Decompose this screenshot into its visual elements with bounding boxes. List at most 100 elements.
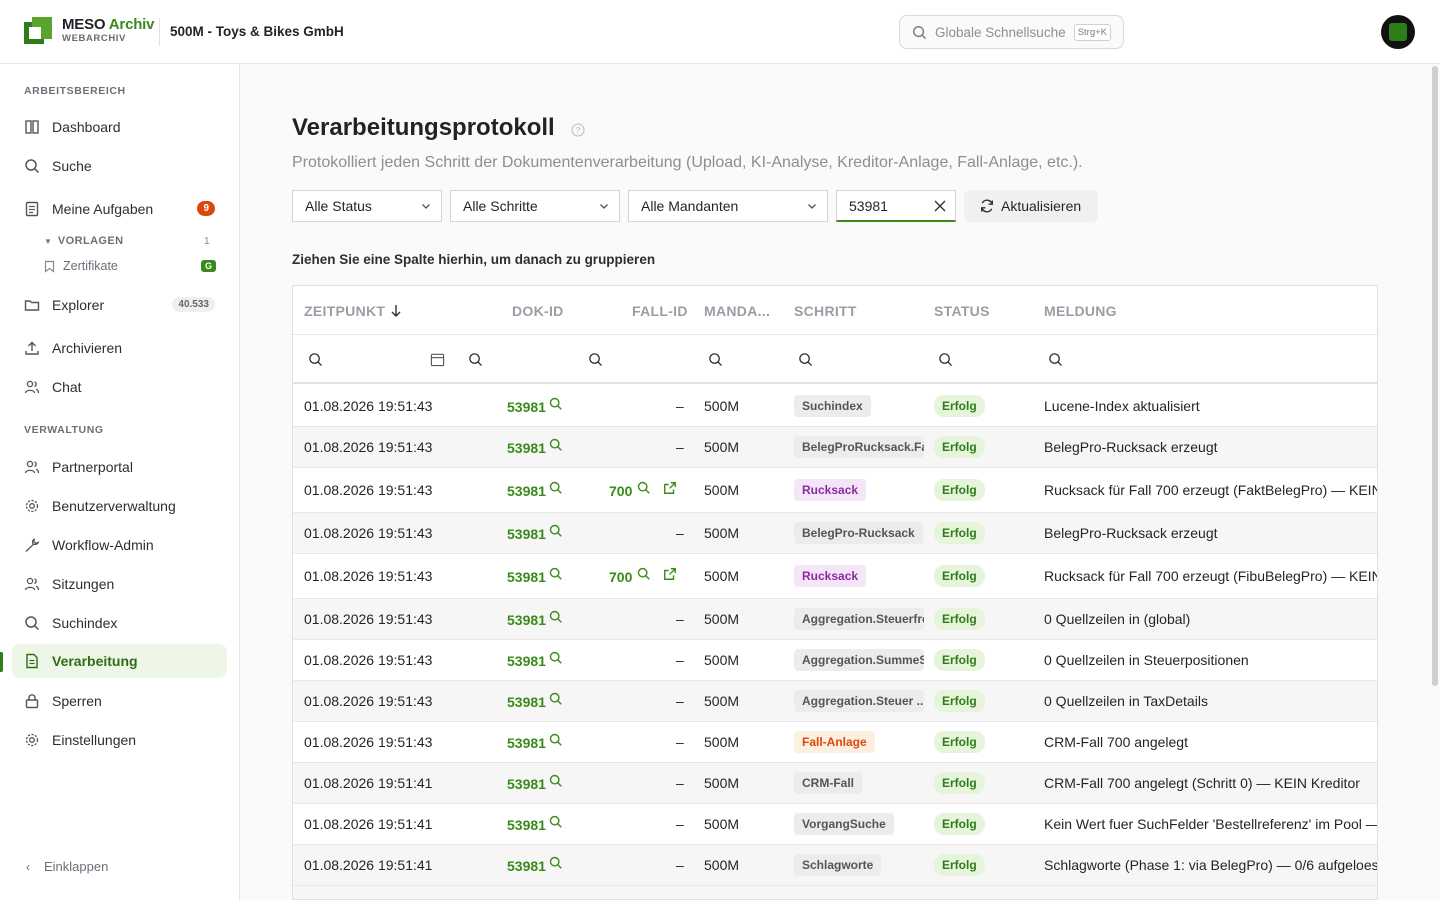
cell-dok-id[interactable]: 53981 xyxy=(507,483,546,499)
tenant-filter-select[interactable]: Alle Mandanten xyxy=(628,190,828,222)
cell-dok-id[interactable]: 53981 xyxy=(507,776,546,792)
external-link-icon[interactable] xyxy=(663,567,677,584)
table-row[interactable]: 01.08.2026 19:51:43 53981 – 500M BelegPro-Ru… xyxy=(293,513,1377,554)
sidebar-item-label: Explorer xyxy=(52,297,105,313)
cell-fall-id[interactable]: 700 xyxy=(609,569,632,585)
cell-dok-id[interactable]: 53981 xyxy=(507,653,546,669)
external-link-icon[interactable] xyxy=(663,481,677,498)
column-header-schritt[interactable]: SCHRITT xyxy=(794,303,857,319)
fall-search-icon[interactable] xyxy=(637,481,651,498)
refresh-button[interactable]: Aktualisieren xyxy=(964,190,1098,222)
table-row[interactable]: 01.08.2026 19:51:41 53981 – 500M CRM-Fall Erf… xyxy=(293,763,1377,804)
dok-search-icon[interactable] xyxy=(549,524,563,541)
sidebar-group-vorlagen[interactable]: ▼ VORLAGEN xyxy=(44,235,123,247)
dok-search-icon[interactable] xyxy=(549,856,563,873)
table-row[interactable]: 01.08.2026 19:51:43 53981 – 500M Aggregation… xyxy=(293,681,1377,722)
fall-search-icon[interactable] xyxy=(637,567,651,584)
dok-search-icon[interactable] xyxy=(549,567,563,584)
table-row[interactable]: 01.08.2026 19:51:43 53981 – 500M Aggregation… xyxy=(293,640,1377,681)
dok-search-icon[interactable] xyxy=(549,397,563,414)
page-scrollbar[interactable] xyxy=(1432,66,1438,686)
sidebar-item-dashboard[interactable]: Dashboard xyxy=(12,110,227,144)
sidebar-item-workflow-admin[interactable]: Workflow-Admin xyxy=(12,528,227,562)
table-row-partial xyxy=(293,886,1377,899)
user-avatar[interactable] xyxy=(1381,15,1415,49)
table-row[interactable]: 01.08.2026 19:51:43 53981 – 500M Fall-Anlage… xyxy=(293,722,1377,763)
cell-meldung: Rucksack für Fall 700 erzeugt (FibuBeleg… xyxy=(1044,568,1378,584)
grid-filter-row xyxy=(293,335,1377,384)
sidebar-item-archivieren[interactable]: Archivieren xyxy=(12,331,227,365)
cell-dok-id[interactable]: 53981 xyxy=(507,526,546,542)
filter-search-icon[interactable] xyxy=(468,352,483,367)
dok-search-icon[interactable] xyxy=(549,438,563,455)
filter-search-icon[interactable] xyxy=(798,352,813,367)
cell-dok-id[interactable]: 53981 xyxy=(507,694,546,710)
gear-icon xyxy=(24,498,40,514)
column-header-status[interactable]: STATUS xyxy=(934,303,990,319)
sidebar-item-label: Suche xyxy=(52,158,92,174)
global-search-input[interactable]: Globale Schnellsuche Strg+K xyxy=(899,15,1124,49)
sidebar-item-label: Workflow-Admin xyxy=(52,537,154,553)
help-icon[interactable]: ? xyxy=(571,123,585,137)
filter-search-icon[interactable] xyxy=(708,352,723,367)
column-header-fall-id[interactable]: FALL-ID xyxy=(632,303,688,319)
sidebar-item-einstellungen[interactable]: Einstellungen xyxy=(12,723,227,757)
calendar-icon[interactable] xyxy=(430,352,445,367)
meso-logo[interactable] xyxy=(24,17,52,46)
sidebar-item-explorer[interactable]: Explorer 40.533 xyxy=(12,288,227,322)
cell-dok-id[interactable]: 53981 xyxy=(507,399,546,415)
sidebar-item-aufgaben[interactable]: Meine Aufgaben 9 xyxy=(12,192,227,226)
filter-search-icon[interactable] xyxy=(938,352,953,367)
dok-search-icon[interactable] xyxy=(549,774,563,791)
sidebar-item-partnerportal[interactable]: Partnerportal xyxy=(12,450,227,484)
dok-search-icon[interactable] xyxy=(549,651,563,668)
document-id-filter-input[interactable]: 53981 xyxy=(836,190,956,222)
dok-search-icon[interactable] xyxy=(549,610,563,627)
cell-dok-id[interactable]: 53981 xyxy=(507,735,546,751)
clear-icon[interactable] xyxy=(933,199,947,213)
table-row[interactable]: 01.08.2026 19:51:43 53981 700 500M Rucksack E… xyxy=(293,554,1378,599)
collapse-sidebar-button[interactable]: ‹ Einklappen xyxy=(26,859,108,874)
cell-fall-id: – xyxy=(676,693,684,709)
table-row[interactable]: 01.08.2026 19:51:41 53981 – 500M Schlagworte… xyxy=(293,845,1377,886)
dok-search-icon[interactable] xyxy=(549,815,563,832)
filter-search-icon[interactable] xyxy=(1048,352,1063,367)
cell-dok-id[interactable]: 53981 xyxy=(507,569,546,585)
table-row[interactable]: 01.08.2026 19:51:43 53981 700 500M Rucksack E… xyxy=(293,468,1378,513)
dok-search-icon[interactable] xyxy=(549,733,563,750)
status-filter-select[interactable]: Alle Status xyxy=(292,190,442,222)
sidebar-item-chat[interactable]: Chat xyxy=(12,370,227,404)
column-header-mandant[interactable]: MANDA... xyxy=(704,303,770,319)
table-row[interactable]: 01.08.2026 19:51:43 53981 – 500M Aggregation… xyxy=(293,599,1377,640)
sidebar-item-benutzerverwaltung[interactable]: Benutzerverwaltung xyxy=(12,489,227,523)
sort-desc-icon[interactable] xyxy=(390,304,402,318)
chevron-left-icon: ‹ xyxy=(26,859,30,874)
step-filter-select[interactable]: Alle Schritte xyxy=(450,190,620,222)
cell-dok-id[interactable]: 53981 xyxy=(507,612,546,628)
dok-search-icon[interactable] xyxy=(549,481,563,498)
column-header-zeitpunkt[interactable]: ZEITPUNKT xyxy=(304,303,385,319)
table-row[interactable]: 01.08.2026 19:51:41 53981 – 500M VorgangSuch… xyxy=(293,804,1377,845)
table-row[interactable]: 01.08.2026 19:51:43 53981 – 500M Suchindex Er… xyxy=(293,386,1377,427)
cell-meldung: Rucksack für Fall 700 erzeugt (FaktBeleg… xyxy=(1044,482,1378,498)
group-panel-hint[interactable]: Ziehen Sie eine Spalte hierhin, um danac… xyxy=(292,252,655,267)
cell-fall-id[interactable]: 700 xyxy=(609,483,632,499)
sidebar-item-suchindex[interactable]: Suchindex xyxy=(12,606,227,640)
sidebar-item-label: Sperren xyxy=(52,693,102,709)
sidebar-item-suche[interactable]: Suche xyxy=(12,149,227,183)
sidebar-item-label: Einstellungen xyxy=(52,732,137,748)
cell-dok-id[interactable]: 53981 xyxy=(507,817,546,833)
column-header-dok-id[interactable]: DOK-ID xyxy=(512,303,564,319)
sidebar-item-zertifikate[interactable]: Zertifikate xyxy=(44,259,118,273)
sidebar-item-sperren[interactable]: Sperren xyxy=(12,684,227,718)
cell-dok-id[interactable]: 53981 xyxy=(507,858,546,874)
sidebar-item-sitzungen[interactable]: Sitzungen xyxy=(12,567,227,601)
filter-search-icon[interactable] xyxy=(588,352,603,367)
dok-search-icon[interactable] xyxy=(549,692,563,709)
table-row[interactable]: 01.08.2026 19:51:43 53981 – 500M BelegProRuc… xyxy=(293,427,1377,468)
column-header-meldung[interactable]: MELDUNG xyxy=(1044,303,1117,319)
cell-dok-id[interactable]: 53981 xyxy=(507,440,546,456)
filter-search-icon[interactable] xyxy=(308,352,323,367)
sidebar-item-verarbeitung[interactable]: Verarbeitung xyxy=(12,644,227,678)
tenant-name[interactable]: 500M - Toys & Bikes GmbH xyxy=(170,24,344,39)
